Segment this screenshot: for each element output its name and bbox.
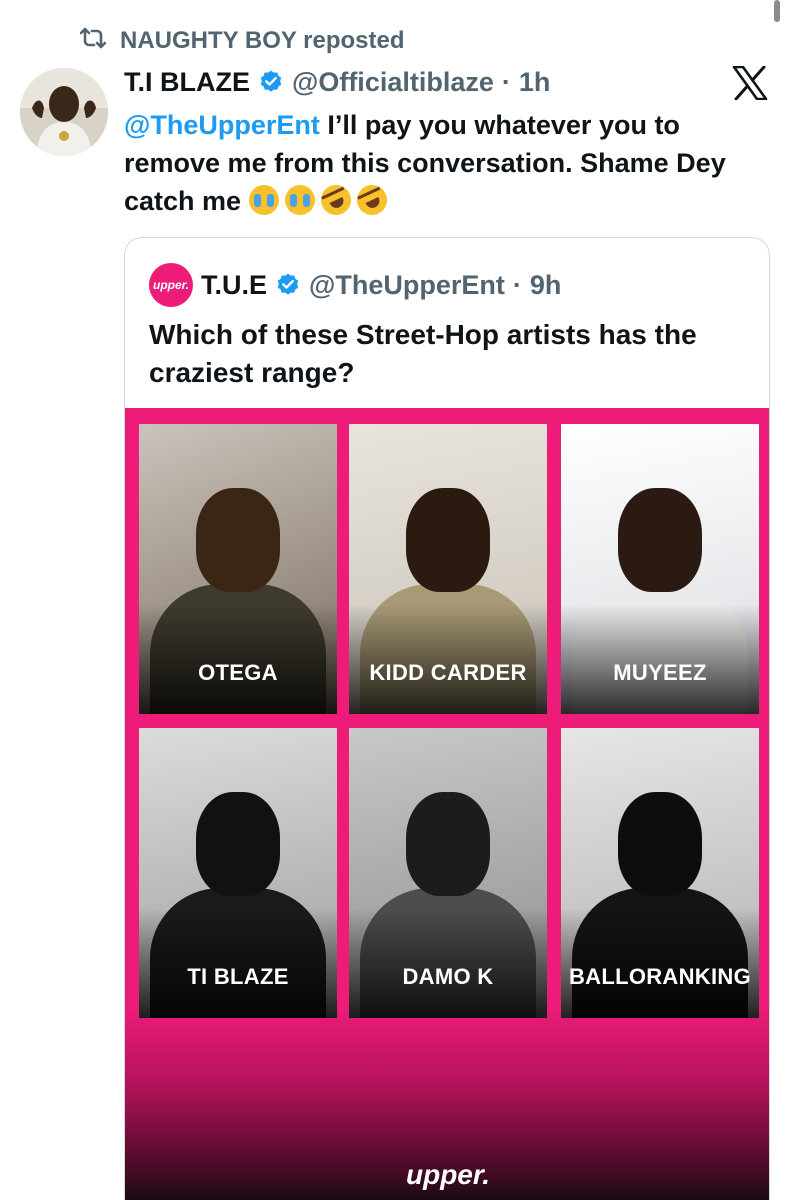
quote-author-name[interactable]: T.U.E	[201, 270, 267, 301]
quote-time[interactable]: 9h	[530, 270, 562, 301]
repost-indicator[interactable]: NAUGHTY BOY reposted	[79, 26, 405, 56]
scrollbar-thumb[interactable]	[774, 0, 780, 22]
avatar[interactable]	[20, 68, 108, 156]
quote-author-handle[interactable]: @TheUpperEnt	[309, 270, 505, 301]
crying-face-emoji	[248, 185, 279, 215]
artist-name: MUYEEZ	[613, 660, 707, 685]
artist-tile: KIDD CARDER	[349, 424, 547, 714]
quote-header: upper. T.U.E @TheUpperEnt · 9h	[149, 263, 562, 307]
artist-name: BALLORANKING	[568, 964, 752, 989]
quoted-tweet-card[interactable]: upper. T.U.E @TheUpperEnt · 9h Which of …	[124, 237, 770, 1200]
poster-image[interactable]: OTEGA KIDD CARDER MUYEEZ TI BLAZE DAMO K…	[125, 408, 769, 1200]
repost-icon	[79, 27, 107, 56]
separator-dot: ·	[512, 269, 522, 300]
verified-badge-icon	[275, 272, 301, 298]
artist-tile: OTEGA	[139, 424, 337, 714]
author-handle[interactable]: @Officialtiblaze	[292, 67, 494, 98]
repost-label: NAUGHTY BOY reposted	[120, 27, 405, 54]
author-name[interactable]: T.I BLAZE	[124, 67, 250, 98]
rofl-face-emoji	[315, 180, 356, 220]
artist-name: OTEGA	[198, 660, 278, 685]
artist-tile: DAMO K	[349, 728, 547, 1018]
artist-name: KIDD CARDER	[369, 660, 527, 685]
quote-text: Which of these Street-Hop artists has th…	[149, 319, 697, 388]
separator-dot: ·	[501, 66, 511, 97]
upper-logo: upper.	[405, 1159, 490, 1190]
x-logo-icon[interactable]	[732, 65, 768, 101]
rofl-face-emoji	[351, 180, 392, 220]
tweet-body: @TheUpperEnt I’ll pay you whatever you t…	[124, 106, 774, 220]
crying-face-emoji	[284, 185, 315, 215]
tweet-time[interactable]: 1h	[519, 67, 551, 98]
artist-name: DAMO K	[402, 964, 494, 989]
quote-avatar[interactable]: upper.	[149, 263, 193, 307]
artist-tile: MUYEEZ	[561, 424, 759, 714]
artist-name: TI BLAZE	[187, 964, 289, 989]
verified-badge-icon	[258, 69, 284, 95]
tweet-header: T.I BLAZE @Officialtiblaze · 1h	[124, 64, 550, 100]
mention-link[interactable]: @TheUpperEnt	[124, 110, 320, 140]
artist-tile: TI BLAZE	[139, 728, 337, 1018]
artist-tile: BALLORANKING	[561, 728, 759, 1018]
